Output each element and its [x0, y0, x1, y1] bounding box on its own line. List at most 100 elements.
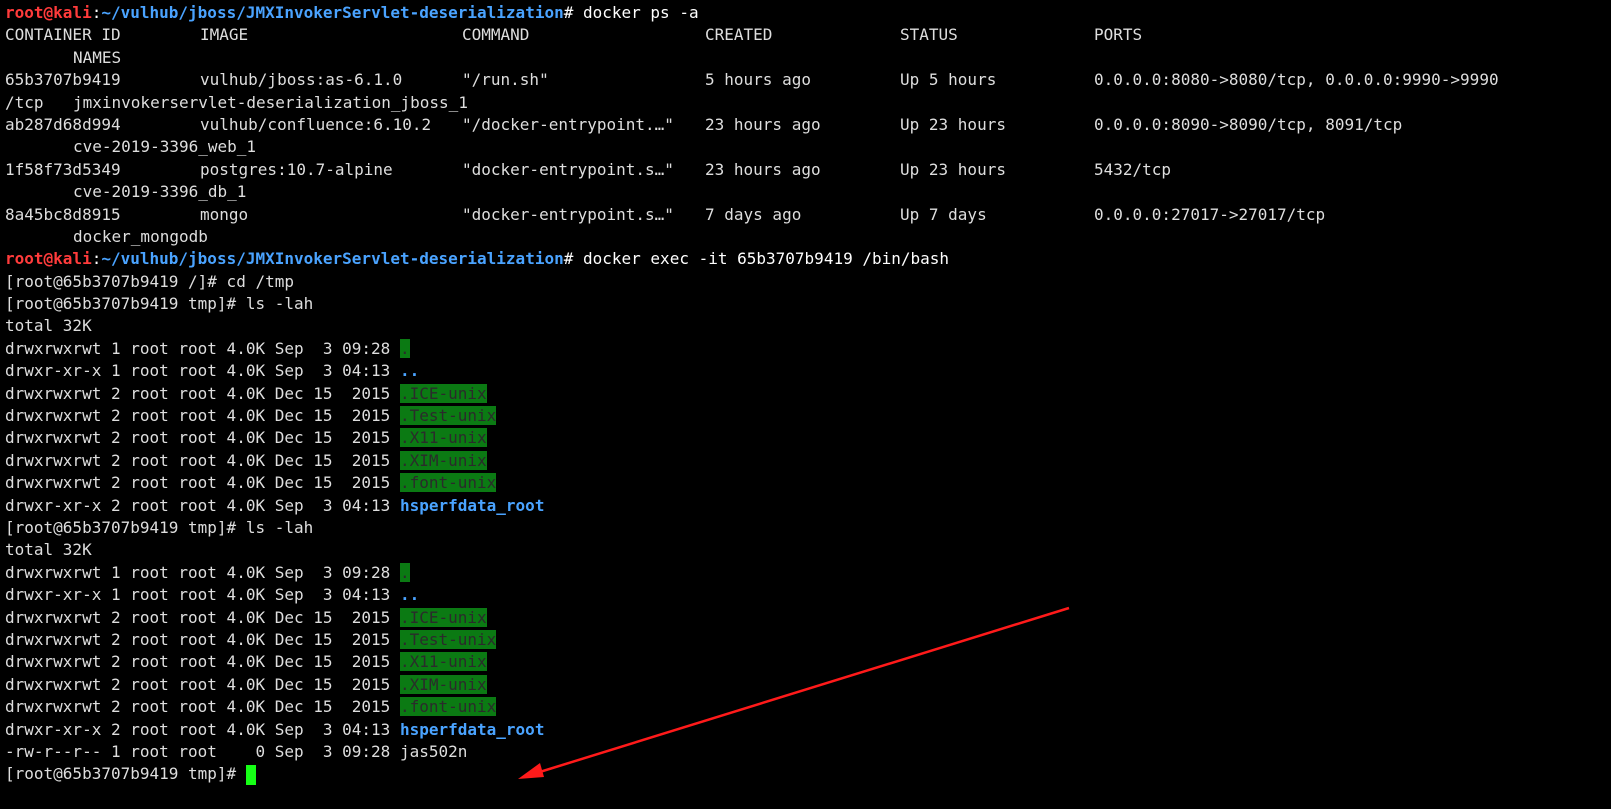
list-item: drwxrwxrwt 2 root root 4.0K Dec 15 2015 …: [5, 472, 1611, 494]
file-meta: drwxrwxrwt 2 root root 4.0K Dec 15 2015: [5, 674, 400, 694]
listing-1: total 32K drwxrwxrwt 1 root root 4.0K Se…: [5, 315, 1611, 517]
file-meta: drwxr-xr-x 2 root root 4.0K Sep 3 04:13: [5, 719, 400, 739]
prompt-line-2: root@kali:~/vulhub/jboss/JMXInvokerServl…: [5, 248, 1611, 270]
container-command: "/run.sh": [462, 70, 549, 90]
list-item: drwxrwxrwt 1 root root 4.0K Sep 3 09:28 …: [5, 562, 1611, 584]
container-name: cve-2019-3396_web_1: [73, 137, 257, 157]
file-meta: drwxrwxrwt 2 root root 4.0K Dec 15 2015: [5, 428, 400, 448]
list-item: drwxr-xr-x 1 root root 4.0K Sep 3 04:13 …: [5, 584, 1611, 606]
list-item: -rw-r--r-- 1 root root 0 Sep 3 09:28 jas…: [5, 741, 1611, 763]
file-name: .XIM-unix: [399, 450, 487, 470]
block-cursor-icon: [246, 764, 257, 785]
container-image: vulhub/confluence:6.10.2: [200, 114, 432, 134]
file-meta: -rw-r--r-- 1 root root 0 Sep 3 09:28: [5, 741, 400, 761]
list-item: drwxrwxrwt 1 root root 4.0K Sep 3 09:28 …: [5, 338, 1611, 360]
list-item: drwxrwxrwt 2 root root 4.0K Dec 15 2015 …: [5, 383, 1611, 405]
container-ports: 0.0.0.0:27017->27017/tcp: [1094, 204, 1326, 224]
prompt-path: ~/vulhub/jboss/JMXInvokerServlet-deseria…: [101, 3, 564, 22]
table-row: 1f58f73d5349 postgres:10.7-alpine "docker-…: [5, 159, 1611, 181]
table-row: 65b3707b9419 vulhub/jboss:as-6.1.0 "/run.s…: [5, 69, 1611, 91]
file-name: .ICE-unix: [399, 383, 487, 403]
prompt-path: ~/vulhub/jboss/JMXInvokerServlet-deseria…: [101, 249, 564, 269]
command-text: docker ps -a: [573, 3, 699, 22]
header-created: CREATED: [705, 25, 773, 45]
list-item: drwxrwxrwt 2 root root 4.0K Dec 15 2015 …: [5, 405, 1611, 427]
command-text: docker exec -it 65b3707b9419 /bin/bash: [573, 249, 950, 269]
shell-ls-line: [root@65b3707b9419 tmp]# ls -lah: [5, 517, 314, 537]
list-item: drwxrwxrwt 2 root root 4.0K Dec 15 2015 …: [5, 674, 1611, 696]
container-name: docker_mongodb: [73, 226, 208, 246]
list-item: drwxrwxrwt 2 root root 4.0K Dec 15 2015 …: [5, 696, 1611, 718]
list-item: drwxrwxrwt 2 root root 4.0K Dec 15 2015 …: [5, 651, 1611, 673]
container-status: Up 23 hours: [900, 114, 1006, 134]
terminal-window[interactable]: root@kali:~/vulhub/jboss/JMXInvokerServl…: [0, 0, 1611, 809]
file-meta: drwxrwxrwt 2 root root 4.0K Dec 15 2015: [5, 406, 400, 426]
container-command: "docker-entrypoint.s…": [462, 159, 674, 179]
file-meta: drwxrwxrwt 2 root root 4.0K Dec 15 2015: [5, 383, 400, 403]
container-image: mongo: [200, 204, 249, 224]
list-item: drwxr-xr-x 1 root root 4.0K Sep 3 04:13 …: [5, 360, 1611, 382]
prompt-symbol: #: [563, 249, 574, 269]
shell-cd-line: [root@65b3707b9419 /]# cd /tmp: [5, 271, 294, 291]
list-item: drwxr-xr-x 2 root root 4.0K Sep 3 04:13 …: [5, 495, 1611, 517]
header-container-id: CONTAINER ID: [5, 25, 121, 45]
file-name: .: [399, 338, 410, 358]
table-header-wrap: NAMES: [5, 47, 1611, 69]
file-name-new: jas502n: [399, 741, 468, 761]
prompt-sep: :: [91, 3, 102, 22]
file-meta: drwxrwxrwt 2 root root 4.0K Dec 15 2015: [5, 629, 400, 649]
file-meta: drwxrwxrwt 2 root root 4.0K Dec 15 2015: [5, 607, 400, 627]
file-meta: drwxrwxrwt 1 root root 4.0K Sep 3 09:28: [5, 562, 400, 582]
container-status: Up 7 days: [900, 204, 987, 224]
file-name: .Test-unix: [399, 406, 497, 426]
container-image: postgres:10.7-alpine: [200, 159, 393, 179]
container-id: ab287d68d994: [5, 114, 121, 134]
header-image: IMAGE: [200, 25, 249, 45]
file-name: .XIM-unix: [399, 674, 487, 694]
listing-total: total 32K: [5, 316, 92, 336]
list-item: drwxrwxrwt 2 root root 4.0K Dec 15 2015 …: [5, 450, 1611, 472]
container-id: 8a45bc8d8915: [5, 204, 121, 224]
container-ports: 0.0.0.0:8090->8090/tcp, 8091/tcp: [1094, 114, 1403, 134]
prompt-line-1: root@kali:~/vulhub/jboss/JMXInvokerServl…: [5, 2, 1611, 24]
container-id: 1f58f73d5349: [5, 159, 121, 179]
file-name: hsperfdata_root: [399, 719, 545, 739]
container-command: "/docker-entrypoint.…": [462, 114, 674, 134]
file-name: .: [399, 562, 410, 582]
final-prompt-line[interactable]: [root@65b3707b9419 tmp]#: [5, 763, 1611, 785]
file-meta: drwxr-xr-x 1 root root 4.0K Sep 3 04:13: [5, 585, 400, 605]
table-row-wrap: docker_mongodb: [5, 226, 1611, 248]
file-name: .X11-unix: [399, 428, 487, 448]
file-meta: drwxrwxrwt 2 root root 4.0K Dec 15 2015: [5, 450, 400, 470]
container-ports-wrap: /tcp: [5, 92, 44, 112]
file-meta: drwxrwxrwt 2 root root 4.0K Dec 15 2015: [5, 652, 400, 672]
prompt-user: root@kali: [5, 249, 92, 269]
prompt-sep: :: [91, 249, 102, 269]
table-row: 8a45bc8d8915 mongo "docker-entrypoint.s…" 7…: [5, 204, 1611, 226]
file-name: hsperfdata_root: [399, 495, 545, 515]
file-name: .Test-unix: [399, 629, 497, 649]
header-status: STATUS: [900, 25, 958, 45]
file-name: .font-unix: [399, 473, 497, 493]
listing-total: total 32K: [5, 540, 92, 560]
list-item: drwxr-xr-x 2 root root 4.0K Sep 3 04:13 …: [5, 719, 1611, 741]
file-meta: drwxrwxrwt 1 root root 4.0K Sep 3 09:28: [5, 338, 400, 358]
file-name: .X11-unix: [399, 652, 487, 672]
shell-ls-line: [root@65b3707b9419 tmp]# ls -lah: [5, 294, 314, 314]
table-row: ab287d68d994 vulhub/confluence:6.10.2 "/do…: [5, 114, 1611, 136]
prompt-symbol: #: [563, 3, 574, 22]
file-name: .font-unix: [399, 697, 497, 717]
header-names: NAMES: [73, 47, 122, 67]
file-meta: drwxr-xr-x 1 root root 4.0K Sep 3 04:13: [5, 361, 400, 381]
table-header: CONTAINER ID IMAGE COMMAND CREATED STATUS POR…: [5, 24, 1611, 46]
container-image: vulhub/jboss:as-6.1.0: [200, 70, 403, 90]
file-meta: drwxr-xr-x 2 root root 4.0K Sep 3 04:13: [5, 495, 400, 515]
list-item: drwxrwxrwt 2 root root 4.0K Dec 15 2015 …: [5, 607, 1611, 629]
container-id: 65b3707b9419: [5, 70, 121, 90]
file-name: ..: [399, 361, 420, 381]
file-name: .ICE-unix: [399, 607, 487, 627]
list-item: drwxrwxrwt 2 root root 4.0K Dec 15 2015 …: [5, 427, 1611, 449]
container-ports: 5432/tcp: [1094, 159, 1172, 179]
file-meta: drwxrwxrwt 2 root root 4.0K Dec 15 2015: [5, 697, 400, 717]
header-command: COMMAND: [462, 25, 530, 45]
